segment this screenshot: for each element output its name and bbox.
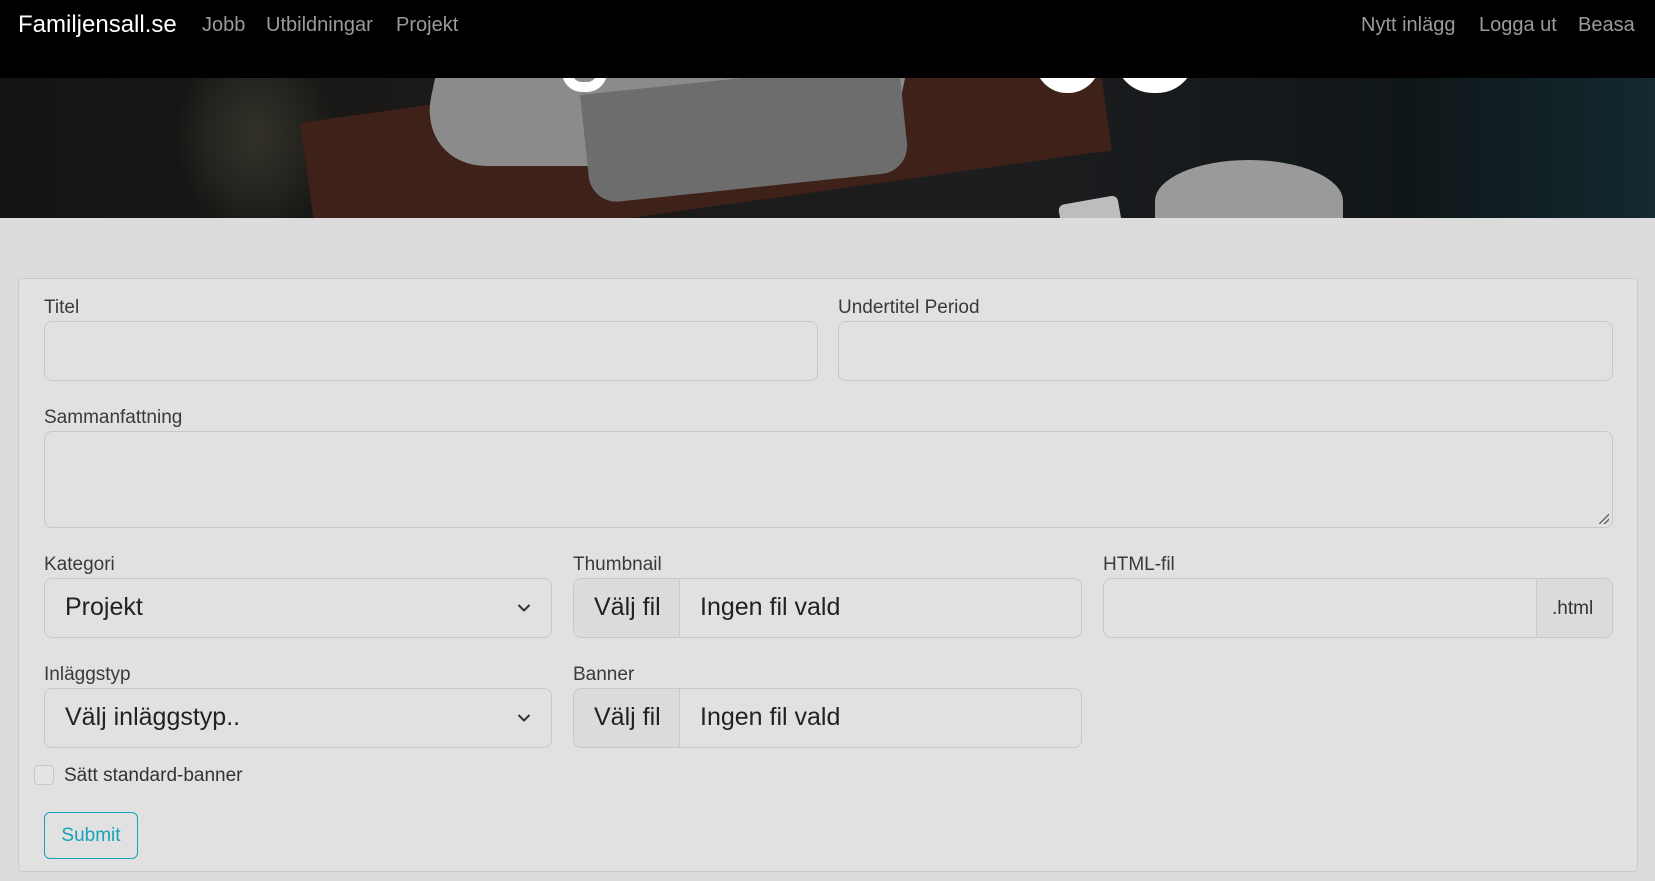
sammanfattning-textarea[interactable] bbox=[44, 431, 1613, 528]
titel-input[interactable] bbox=[44, 321, 818, 381]
thumbnail-file-input[interactable]: Välj fil Ingen fil vald bbox=[573, 578, 1082, 638]
undertitel-label: Undertitel Period bbox=[838, 297, 980, 318]
sammanfattning-label: Sammanfattning bbox=[44, 407, 183, 428]
chevron-down-icon bbox=[518, 604, 530, 612]
hero-mouse-shape bbox=[1155, 160, 1343, 218]
chevron-down-icon bbox=[518, 714, 530, 722]
submit-button[interactable]: Submit bbox=[44, 812, 138, 859]
hero-banner-image bbox=[0, 78, 1655, 218]
inlaggstyp-select[interactable]: Välj inläggstyp.. bbox=[44, 688, 552, 748]
html-file-input[interactable]: .html bbox=[1103, 578, 1613, 638]
undertitel-input[interactable] bbox=[838, 321, 1613, 381]
nav-link-jobb[interactable]: Jobb bbox=[202, 14, 245, 37]
kategori-label: Kategori bbox=[44, 554, 115, 575]
nav-link-utbildningar[interactable]: Utbildningar bbox=[266, 14, 373, 37]
nav-link-logga-ut[interactable]: Logga ut bbox=[1479, 14, 1557, 37]
banner-file-input[interactable]: Välj fil Ingen fil vald bbox=[573, 688, 1082, 748]
banner-choose-file-button[interactable]: Välj fil bbox=[574, 689, 680, 747]
titel-label: Titel bbox=[44, 297, 80, 318]
thumbnail-file-status: Ingen fil vald bbox=[700, 593, 841, 621]
nav-link-projekt[interactable]: Projekt bbox=[396, 14, 458, 37]
brand-link[interactable]: Familjensall.se bbox=[18, 11, 177, 39]
banner-file-status: Ingen fil vald bbox=[700, 703, 841, 731]
banner-choose-file-label: Välj fil bbox=[594, 703, 661, 731]
top-navbar: Familjensall.se Jobb Utbildningar Projek… bbox=[0, 0, 1655, 78]
kategori-select[interactable]: Projekt bbox=[44, 578, 552, 638]
html-extension-label: .html bbox=[1552, 598, 1594, 619]
thumbnail-choose-file-label: Välj fil bbox=[594, 593, 661, 621]
inlaggstyp-label: Inläggstyp bbox=[44, 664, 131, 685]
nav-link-nytt-inlagg[interactable]: Nytt inlägg bbox=[1361, 14, 1456, 37]
thumbnail-label: Thumbnail bbox=[573, 554, 662, 575]
banner-label: Banner bbox=[573, 664, 635, 685]
html-file-label: HTML-fil bbox=[1103, 554, 1175, 575]
kategori-selected-value: Projekt bbox=[65, 593, 143, 621]
standard-banner-checkbox[interactable] bbox=[34, 765, 54, 785]
hero-desk-object-shape bbox=[1057, 195, 1123, 218]
resize-handle-icon[interactable] bbox=[1599, 514, 1609, 524]
inlaggstyp-selected-value: Välj inläggstyp.. bbox=[65, 703, 241, 731]
hero-heading-fragment bbox=[1115, 78, 1195, 93]
standard-banner-label[interactable]: Sätt standard-banner bbox=[64, 765, 243, 787]
thumbnail-choose-file-button[interactable]: Välj fil bbox=[574, 579, 680, 637]
html-extension-addon: .html bbox=[1536, 579, 1612, 637]
nav-link-user[interactable]: Beasa bbox=[1578, 14, 1635, 37]
post-form: Titel Undertitel Period Sammanfattning K… bbox=[18, 278, 1638, 872]
